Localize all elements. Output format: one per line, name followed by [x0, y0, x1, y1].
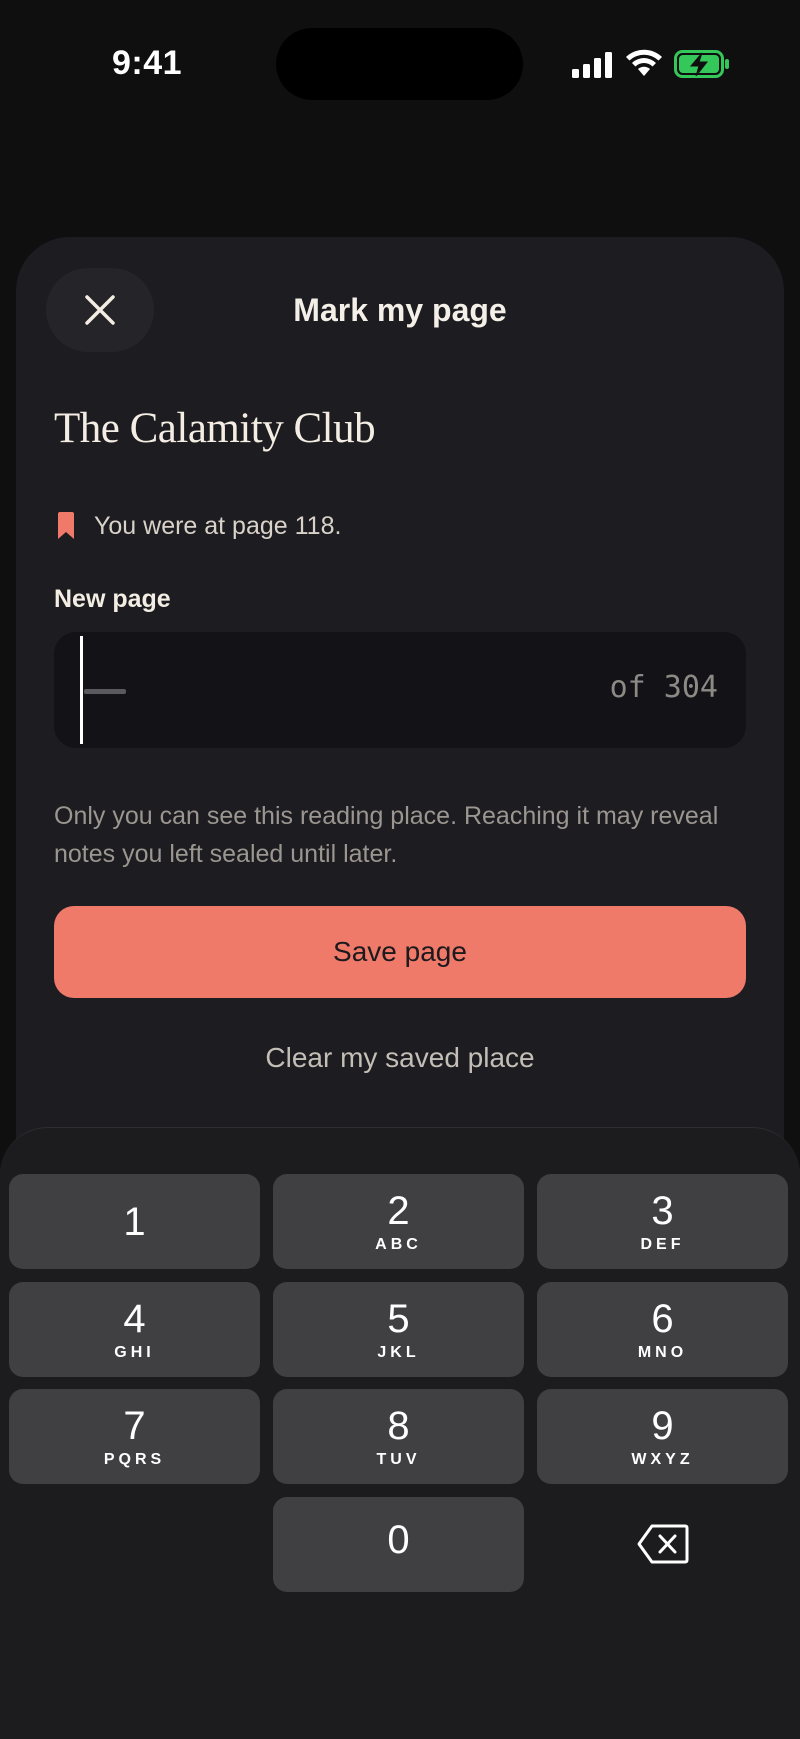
- last-page-text: You were at page 118.: [94, 511, 342, 540]
- book-title: The Calamity Club: [54, 405, 376, 452]
- clear-saved-place-link[interactable]: Clear my saved place: [0, 1042, 800, 1074]
- battery-charging-icon: [674, 50, 729, 78]
- dynamic-island: [276, 28, 523, 100]
- status-time: 9:41: [112, 44, 183, 82]
- new-page-label: New page: [54, 585, 171, 613]
- key-3[interactable]: 3 DEF: [537, 1174, 788, 1269]
- key-6[interactable]: 6 MNO: [537, 1282, 788, 1377]
- save-page-button[interactable]: Save page: [54, 906, 746, 998]
- key-5[interactable]: 5 JKL: [273, 1282, 524, 1377]
- new-page-input[interactable]: of 304: [54, 632, 746, 748]
- page-total: of 304: [609, 670, 718, 705]
- privacy-helper-text: Only you can see this reading place. Rea…: [54, 802, 719, 868]
- key-1[interactable]: 1: [9, 1174, 260, 1269]
- key-0[interactable]: 0: [273, 1497, 524, 1592]
- bookmark-icon: [58, 512, 74, 539]
- key-8[interactable]: 8 TUV: [273, 1389, 524, 1484]
- input-placeholder-dash: [84, 689, 126, 694]
- key-9[interactable]: 9 WXYZ: [537, 1389, 788, 1484]
- sheet-title: Mark my page: [293, 292, 507, 328]
- backspace-icon: [637, 1524, 689, 1564]
- status-bar: 9:41: [0, 0, 800, 130]
- text-caret: [80, 636, 83, 744]
- key-7[interactable]: 7 PQRS: [9, 1389, 260, 1484]
- delete-key[interactable]: [600, 1514, 726, 1574]
- wifi-icon: [626, 49, 662, 76]
- cellular-signal-icon: [572, 52, 612, 78]
- key-2[interactable]: 2 ABC: [273, 1174, 524, 1269]
- key-4[interactable]: 4 GHI: [9, 1282, 260, 1377]
- last-page-row: You were at page 118.: [56, 508, 341, 544]
